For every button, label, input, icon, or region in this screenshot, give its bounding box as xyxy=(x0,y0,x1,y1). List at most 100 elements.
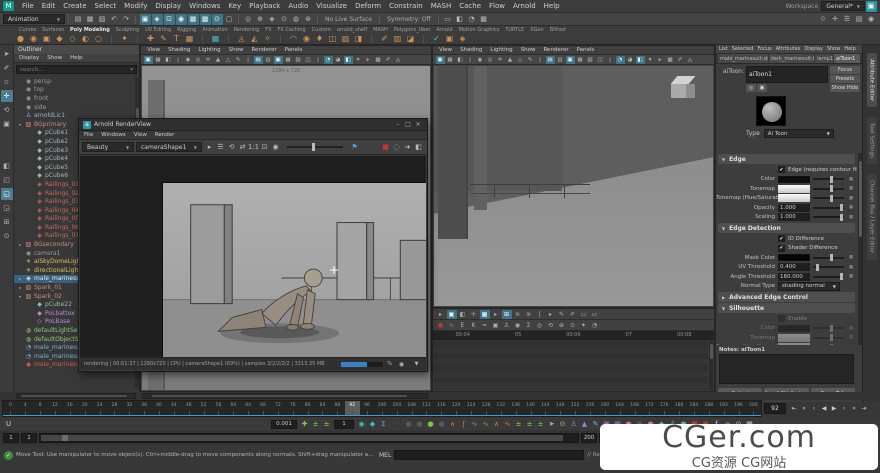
frame-tick[interactable]: 28 xyxy=(107,401,122,416)
value-field[interactable]: 1.000 xyxy=(778,204,810,212)
playback-end-field[interactable]: 200 xyxy=(581,433,597,443)
time-editor-icon[interactable]: ⊙ xyxy=(568,321,578,330)
frame-tick[interactable]: 36 xyxy=(137,401,152,416)
time-editor-icon[interactable]: ◎ xyxy=(535,321,545,330)
frame-tick[interactable]: 188 xyxy=(701,401,716,416)
viewport-toolbar-icon[interactable]: ▩ xyxy=(666,56,675,64)
workspace-select[interactable]: General*▼ xyxy=(821,1,865,11)
checkbox[interactable] xyxy=(778,315,785,322)
viewport-menu-item[interactable]: Show xyxy=(226,47,247,53)
tool-icon[interactable]: ✛ xyxy=(1,90,13,102)
layout-shortcut-icon[interactable]: ⊞ xyxy=(1,216,13,228)
value-field[interactable]: 1.000 xyxy=(778,213,810,221)
time-editor-ruler[interactable]: 00:040500:060700:08 xyxy=(433,331,714,340)
ae-node-tab[interactable]: dark_marinesuit:bend2 xyxy=(769,54,815,63)
selection-mask-icon[interactable]: ⊙ xyxy=(212,14,223,25)
viewport-toolbar-icon[interactable]: ✎ xyxy=(234,56,243,64)
shelf-tool-icon[interactable]: ◭ xyxy=(248,34,261,43)
ae-menu-item[interactable]: Show xyxy=(825,46,843,52)
playback-button[interactable]: » xyxy=(849,403,859,415)
viewport-toolbar-icon[interactable]: ▥ xyxy=(264,56,273,64)
render-control-icon[interactable]: ➜ xyxy=(402,142,413,153)
shelf-tool-icon[interactable]: ○ xyxy=(92,34,105,43)
renderview-titlebar[interactable]: a Arnold RenderView –□✕ xyxy=(79,119,427,131)
viewport-toolbar-icon[interactable]: ▲ xyxy=(506,56,515,64)
frame-tick[interactable]: 12 xyxy=(48,401,63,416)
menu-item[interactable]: Flow xyxy=(485,2,509,10)
menu-item[interactable]: Visualize xyxy=(312,2,351,10)
key-insert-icon[interactable]: ± xyxy=(310,420,321,428)
time-editor-icon[interactable]: Σ xyxy=(524,321,534,330)
anim-tool-icon[interactable]: ▲ xyxy=(579,420,590,428)
anim-option-icon[interactable]: Σ xyxy=(378,420,389,428)
viewport-toolbar-icon[interactable]: | xyxy=(606,56,615,64)
frame-tick[interactable]: 76 xyxy=(285,401,300,416)
ae-menu-item[interactable]: Display xyxy=(802,46,824,52)
renderview-tool-icon[interactable]: ⟲ xyxy=(226,142,237,153)
anim-tool-icon[interactable]: ● xyxy=(414,420,425,428)
frame-tick[interactable]: 140 xyxy=(523,401,538,416)
time-editor-icon[interactable]: ⟲ xyxy=(546,321,556,330)
outliner-item[interactable]: ◉ top xyxy=(14,86,135,95)
attribute-row[interactable]: Color ▦ ▼ xyxy=(716,324,857,334)
frame-tick[interactable]: 64 xyxy=(241,401,256,416)
renderview-tool-icon[interactable]: 1:1 xyxy=(248,142,259,153)
shelf-tool-icon[interactable]: ✓ xyxy=(430,34,443,43)
ramp-field[interactable] xyxy=(778,194,810,202)
sidebar-toggle-icon[interactable]: ✛ xyxy=(830,14,841,25)
attribute-slider[interactable] xyxy=(813,257,844,259)
menu-item[interactable]: Modify xyxy=(120,2,151,10)
save-snapshot-icon[interactable]: ⚑ xyxy=(349,142,360,153)
anim-option-icon[interactable]: ◉ xyxy=(356,420,367,428)
frame-tick[interactable]: 180 xyxy=(672,401,687,416)
map-button[interactable]: ▦ xyxy=(847,273,855,281)
frame-tick[interactable]: 56 xyxy=(211,401,226,416)
ae-side-button[interactable]: Presets xyxy=(830,75,860,83)
viewport-toolbar-icon[interactable]: | xyxy=(466,56,475,64)
frame-tick[interactable]: 24 xyxy=(92,401,107,416)
frame-tick[interactable]: 68 xyxy=(256,401,271,416)
color-swatch[interactable] xyxy=(778,254,810,261)
frame-tick[interactable]: 72 xyxy=(270,401,285,416)
viewport-toolbar-icon[interactable]: | xyxy=(174,56,183,64)
viewport-toolbar-icon[interactable]: ▦ xyxy=(154,56,163,64)
viewport-menu-item[interactable]: Renderer xyxy=(540,47,571,53)
viewport-toolbar-icon[interactable]: △ xyxy=(224,56,233,64)
menu-item[interactable]: Arnold xyxy=(509,2,540,10)
renderview-menu-item[interactable]: Render xyxy=(152,132,178,138)
time-editor-icon[interactable]: ● xyxy=(436,321,446,330)
frame-tick[interactable]: 136 xyxy=(508,401,523,416)
frame-tick[interactable]: 8 xyxy=(33,401,48,416)
menu-item[interactable]: Playback xyxy=(245,2,284,10)
attribute-row[interactable]: Mask Color ▦ ▼ xyxy=(716,253,857,263)
viewport-toolbar-icon[interactable]: ◬ xyxy=(394,56,403,64)
viewport-toolbar-icon[interactable]: ✛ xyxy=(496,56,505,64)
node-name-field[interactable]: aiToon1 xyxy=(746,66,828,83)
file-op-icon[interactable]: ▦ xyxy=(85,14,96,25)
shelf-tool-icon[interactable]: ✚ xyxy=(144,34,157,43)
viewport-menu-item[interactable]: Lighting xyxy=(195,47,223,53)
frame-tick[interactable]: 112 xyxy=(419,401,434,416)
menu-item[interactable]: Create xyxy=(59,2,90,10)
render-op-icon[interactable]: ▭ xyxy=(442,14,453,25)
time-editor-icon[interactable]: ≋ xyxy=(513,310,523,319)
shelf-tool-icon[interactable]: | xyxy=(131,34,144,43)
exposure-slider[interactable] xyxy=(287,146,343,148)
selection-mask-icon[interactable]: ◉ xyxy=(176,14,187,25)
viewport-toolbar-icon[interactable]: ◉ xyxy=(184,56,193,64)
anim-tool-icon[interactable]: ⊙ xyxy=(557,420,568,428)
selection-mask-icon[interactable]: ▣ xyxy=(140,14,151,25)
shelf-tool-icon[interactable]: ✎ xyxy=(157,34,170,43)
outliner-menu-item[interactable]: Show xyxy=(44,55,65,61)
symmetry-label[interactable]: Symmetry: Off xyxy=(387,16,430,23)
value-field[interactable]: 0.400 xyxy=(778,263,810,271)
frame-tick[interactable]: 168 xyxy=(627,401,642,416)
ae-side-button[interactable]: Show Hide xyxy=(830,84,860,92)
value-field[interactable]: 180.000 xyxy=(778,273,810,281)
frame-tick[interactable]: 60 xyxy=(226,401,241,416)
viewport-toolbar-icon[interactable]: ◕ xyxy=(334,56,343,64)
viewport-menu-item[interactable]: Renderer xyxy=(248,47,279,53)
anim-tool-icon[interactable]: ● xyxy=(436,420,447,428)
type-select[interactable]: Ai Toon▼ xyxy=(764,129,834,138)
material-swatch[interactable] xyxy=(756,96,786,126)
